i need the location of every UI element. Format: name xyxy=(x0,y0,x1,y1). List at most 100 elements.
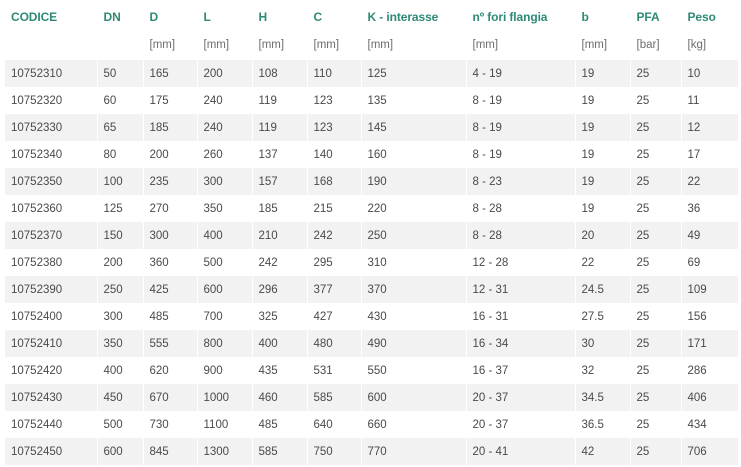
cell-b: 30 xyxy=(575,330,631,357)
cell-l: 700 xyxy=(197,303,253,330)
cell-peso: 406 xyxy=(681,384,739,411)
cell-b: 36.5 xyxy=(575,411,631,438)
table-row: 10752430 450 670 1000 460 585 600 20 - 37 34.5 25… xyxy=(5,384,739,411)
cell-l: 300 xyxy=(197,168,253,195)
cell-h: 185 xyxy=(252,195,308,222)
cell-dn: 350 xyxy=(97,330,144,357)
cell-fori-flangia: 12 - 28 xyxy=(466,249,576,276)
cell-pfa: 25 xyxy=(630,330,682,357)
table-row: 10752450 600 845 1300 585 750 770 20 - 41 42 25 70… xyxy=(5,438,739,465)
cell-codice: 10752310 xyxy=(5,60,98,87)
cell-b: 27.5 xyxy=(575,303,631,330)
cell-fori-flangia: 12 - 31 xyxy=(466,276,576,303)
cell-fori-flangia: 8 - 28 xyxy=(466,195,576,222)
cell-h: 157 xyxy=(252,168,308,195)
cell-k-interasse: 310 xyxy=(361,249,467,276)
unit-cell: [mm] xyxy=(307,30,362,60)
cell-fori-flangia: 16 - 34 xyxy=(466,330,576,357)
cell-b: 19 xyxy=(575,141,631,168)
unit-cell xyxy=(5,30,98,60)
cell-b: 34.5 xyxy=(575,384,631,411)
cell-l: 1300 xyxy=(197,438,253,465)
cell-dn: 50 xyxy=(97,60,144,87)
cell-k-interasse: 160 xyxy=(361,141,467,168)
cell-peso: 22 xyxy=(681,168,739,195)
cell-h: 119 xyxy=(252,114,308,141)
header-pfa: PFA xyxy=(630,3,682,30)
cell-b: 24.5 xyxy=(575,276,631,303)
cell-codice: 10752410 xyxy=(5,330,98,357)
header-row: CODICE DN D L H C K - interasse nº fori … xyxy=(5,3,739,30)
cell-k-interasse: 190 xyxy=(361,168,467,195)
cell-d: 730 xyxy=(143,411,198,438)
cell-codice: 10752380 xyxy=(5,249,98,276)
cell-k-interasse: 370 xyxy=(361,276,467,303)
cell-d: 485 xyxy=(143,303,198,330)
unit-cell: [bar] xyxy=(630,30,682,60)
unit-cell: [mm] xyxy=(466,30,576,60)
cell-l: 900 xyxy=(197,357,253,384)
cell-peso: 12 xyxy=(681,114,739,141)
product-spec-table: CODICE DN D L H C K - interasse nº fori … xyxy=(5,3,739,465)
table-row: 10752320 60 175 240 119 123 135 8 - 19 19 25 11 xyxy=(5,87,739,114)
cell-c: 140 xyxy=(307,141,362,168)
cell-pfa: 25 xyxy=(630,60,682,87)
cell-codice: 10752430 xyxy=(5,384,98,411)
cell-dn: 400 xyxy=(97,357,144,384)
cell-peso: 109 xyxy=(681,276,739,303)
cell-c: 750 xyxy=(307,438,362,465)
cell-pfa: 25 xyxy=(630,303,682,330)
cell-b: 19 xyxy=(575,168,631,195)
cell-d: 360 xyxy=(143,249,198,276)
cell-k-interasse: 250 xyxy=(361,222,467,249)
cell-d: 620 xyxy=(143,357,198,384)
cell-d: 165 xyxy=(143,60,198,87)
cell-dn: 125 xyxy=(97,195,144,222)
cell-h: 435 xyxy=(252,357,308,384)
cell-k-interasse: 220 xyxy=(361,195,467,222)
cell-h: 460 xyxy=(252,384,308,411)
cell-dn: 600 xyxy=(97,438,144,465)
cell-l: 200 xyxy=(197,60,253,87)
cell-codice: 10752400 xyxy=(5,303,98,330)
cell-dn: 450 xyxy=(97,384,144,411)
cell-dn: 80 xyxy=(97,141,144,168)
cell-d: 235 xyxy=(143,168,198,195)
cell-h: 108 xyxy=(252,60,308,87)
cell-b: 19 xyxy=(575,114,631,141)
cell-c: 242 xyxy=(307,222,362,249)
cell-l: 1000 xyxy=(197,384,253,411)
header-fori-flangia: nº fori flangia xyxy=(466,3,576,30)
cell-dn: 150 xyxy=(97,222,144,249)
unit-cell: [mm] xyxy=(252,30,308,60)
cell-l: 240 xyxy=(197,114,253,141)
cell-d: 555 xyxy=(143,330,198,357)
cell-l: 1100 xyxy=(197,411,253,438)
table-row: 10752400 300 485 700 325 427 430 16 - 31 27.5 25 1… xyxy=(5,303,739,330)
cell-l: 260 xyxy=(197,141,253,168)
cell-d: 670 xyxy=(143,384,198,411)
cell-peso: 69 xyxy=(681,249,739,276)
cell-peso: 171 xyxy=(681,330,739,357)
cell-h: 137 xyxy=(252,141,308,168)
cell-d: 845 xyxy=(143,438,198,465)
cell-pfa: 25 xyxy=(630,168,682,195)
cell-k-interasse: 550 xyxy=(361,357,467,384)
cell-pfa: 25 xyxy=(630,222,682,249)
cell-codice: 10752390 xyxy=(5,276,98,303)
cell-peso: 10 xyxy=(681,60,739,87)
cell-b: 22 xyxy=(575,249,631,276)
cell-k-interasse: 430 xyxy=(361,303,467,330)
cell-codice: 10752340 xyxy=(5,141,98,168)
cell-dn: 100 xyxy=(97,168,144,195)
cell-d: 175 xyxy=(143,87,198,114)
cell-c: 123 xyxy=(307,114,362,141)
cell-k-interasse: 135 xyxy=(361,87,467,114)
cell-fori-flangia: 16 - 31 xyxy=(466,303,576,330)
header-d: D xyxy=(143,3,198,30)
units-row: [mm] [mm] [mm] [mm] [mm] [mm] [mm] [bar]… xyxy=(5,30,739,60)
table-body: [mm] [mm] [mm] [mm] [mm] [mm] [mm] [bar]… xyxy=(5,30,739,465)
cell-pfa: 25 xyxy=(630,114,682,141)
cell-k-interasse: 145 xyxy=(361,114,467,141)
header-codice: CODICE xyxy=(5,3,98,30)
